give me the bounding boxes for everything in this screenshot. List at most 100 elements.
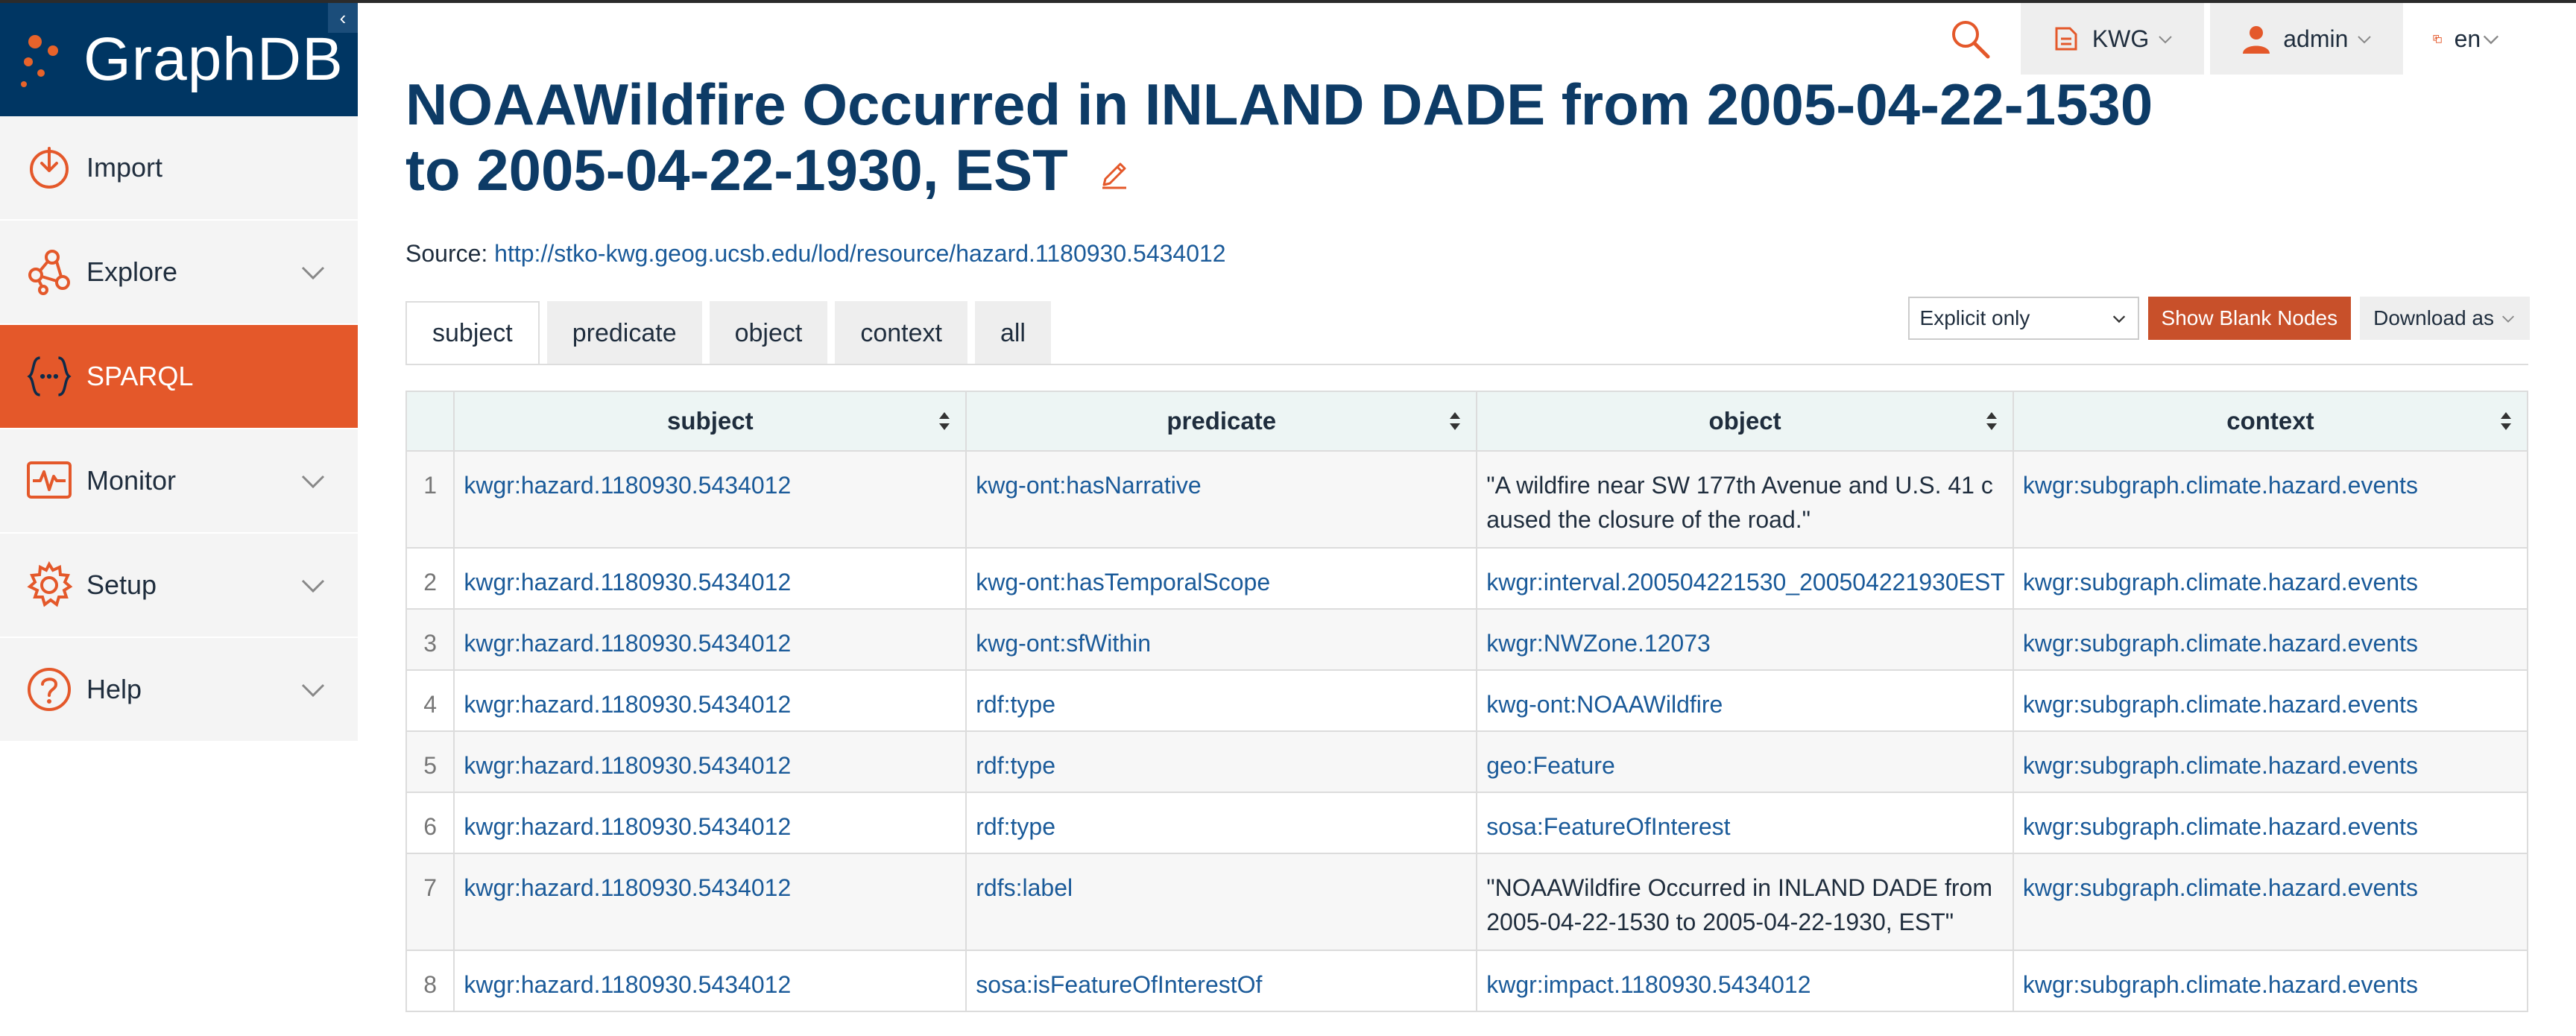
sidebar-item-label: Setup	[86, 569, 157, 600]
chevron-down-icon	[301, 683, 325, 698]
result-controls: Explicit only Show Blank Nodes Download …	[1907, 297, 2530, 340]
sidebar-item-import[interactable]: Import	[0, 116, 358, 221]
column-header-context[interactable]: context	[2012, 391, 2529, 452]
predicate-link[interactable]: rdfs:label	[965, 853, 1478, 951]
tab-subject[interactable]: subject	[405, 301, 540, 365]
column-header-object[interactable]: object	[1476, 391, 2014, 452]
context-link[interactable]: kwgr:subgraph.climate.hazard.events	[2012, 950, 2529, 1012]
object-link[interactable]: kwgr:interval.200504221530_200504221930E…	[1476, 547, 2014, 610]
source-link[interactable]: http://stko-kwg.geog.ucsb.edu/lod/resour…	[494, 240, 1225, 267]
tab-predicate[interactable]: predicate	[546, 301, 702, 365]
predicate-link[interactable]: rdf:type	[965, 792, 1478, 854]
context-link[interactable]: kwgr:subgraph.climate.hazard.events	[2012, 669, 2529, 732]
chevron-down-icon	[2159, 36, 2172, 44]
monitor-icon	[25, 457, 73, 505]
role-tabs: subject predicate object context all	[405, 301, 1058, 365]
inference-filter-value: Explicit only	[1919, 306, 2030, 329]
tab-context[interactable]: context	[835, 301, 967, 365]
sidebar-item-setup[interactable]: Setup	[0, 534, 358, 638]
subject-link[interactable]: kwgr:hazard.1180930.5434012	[453, 608, 967, 671]
search-icon	[1951, 21, 1990, 59]
context-link[interactable]: kwgr:subgraph.climate.hazard.events	[2012, 608, 2529, 671]
repository-selector[interactable]: KWG	[2020, 3, 2205, 75]
graphdb-logo[interactable]: GraphDB ‹	[0, 3, 358, 116]
table-row: 5 kwgr:hazard.1180930.5434012 rdf:type g…	[405, 730, 2529, 793]
row-index: 5	[405, 730, 455, 793]
explore-icon	[25, 248, 73, 296]
table-header-row: subject predicate object context	[405, 391, 2529, 452]
subject-link[interactable]: kwgr:hazard.1180930.5434012	[453, 950, 967, 1012]
sidebar-item-label: Import	[86, 152, 163, 183]
context-link[interactable]: kwgr:subgraph.climate.hazard.events	[2012, 730, 2529, 793]
chevron-down-icon	[301, 475, 325, 489]
subject-link[interactable]: kwgr:hazard.1180930.5434012	[453, 730, 967, 793]
tabs-divider	[405, 364, 2528, 365]
statements-table: subject predicate object context 1 kwgr:…	[405, 391, 2529, 1012]
user-icon	[2243, 26, 2270, 54]
row-index: 3	[405, 608, 455, 671]
table-row: 1 kwgr:hazard.1180930.5434012 kwg-ont:ha…	[405, 450, 2529, 549]
object-link[interactable]: kwgr:NWZone.12073	[1476, 608, 2014, 671]
chevron-down-icon	[2502, 315, 2514, 323]
table-row: 4 kwgr:hazard.1180930.5434012 rdf:type k…	[405, 669, 2529, 732]
object-literal: "A wildfire near SW 177th Avenue and U.S…	[1476, 450, 2014, 549]
inference-filter-select[interactable]: Explicit only	[1907, 297, 2139, 340]
sort-icon	[2501, 412, 2511, 430]
column-header-predicate[interactable]: predicate	[965, 391, 1478, 452]
logo-mark-icon	[21, 19, 76, 101]
sidebar-item-help[interactable]: Help	[0, 638, 358, 742]
row-index: 8	[405, 950, 455, 1012]
context-link[interactable]: kwgr:subgraph.climate.hazard.events	[2012, 547, 2529, 610]
object-link[interactable]: kwgr:impact.1180930.5434012	[1476, 950, 2014, 1012]
predicate-link[interactable]: sosa:isFeatureOfInterestOf	[965, 950, 1478, 1012]
download-as-button[interactable]: Download as	[2360, 297, 2530, 340]
table-row: 6 kwgr:hazard.1180930.5434012 rdf:type s…	[405, 792, 2529, 854]
chevron-down-icon	[301, 266, 325, 280]
row-index: 6	[405, 792, 455, 854]
predicate-link[interactable]: kwg-ont:sfWithin	[965, 608, 1478, 671]
sort-icon	[1450, 412, 1461, 430]
row-index: 1	[405, 450, 455, 549]
edit-pencil-icon[interactable]	[1098, 158, 1131, 191]
subject-link[interactable]: kwgr:hazard.1180930.5434012	[453, 853, 967, 951]
context-link[interactable]: kwgr:subgraph.climate.hazard.events	[2012, 853, 2529, 951]
language-selector[interactable]: en	[2403, 3, 2576, 75]
top-header: KWG admin en	[1925, 3, 2576, 75]
predicate-link[interactable]: rdf:type	[965, 669, 1478, 732]
object-link[interactable]: sosa:FeatureOfInterest	[1476, 792, 2014, 854]
context-link[interactable]: kwgr:subgraph.climate.hazard.events	[2012, 450, 2529, 549]
column-header-subject[interactable]: subject	[453, 391, 967, 452]
table-row: 7 kwgr:hazard.1180930.5434012 rdfs:label…	[405, 853, 2529, 951]
help-icon	[25, 666, 73, 713]
user-menu[interactable]: admin	[2210, 3, 2404, 75]
tab-all[interactable]: all	[974, 301, 1051, 365]
chevron-down-icon	[2483, 35, 2499, 45]
predicate-link[interactable]: kwg-ont:hasTemporalScope	[965, 547, 1478, 610]
sort-icon	[1986, 412, 1997, 430]
object-link[interactable]: kwg-ont:NOAAWildfire	[1476, 669, 2014, 732]
sort-icon	[939, 412, 950, 430]
subject-link[interactable]: kwgr:hazard.1180930.5434012	[453, 547, 967, 610]
subject-link[interactable]: kwgr:hazard.1180930.5434012	[453, 450, 967, 549]
source-label: Source:	[405, 240, 495, 267]
predicate-link[interactable]: kwg-ont:hasNarrative	[965, 450, 1478, 549]
context-link[interactable]: kwgr:subgraph.climate.hazard.events	[2012, 792, 2529, 854]
tab-object[interactable]: object	[709, 301, 828, 365]
search-button[interactable]	[1925, 3, 2015, 75]
repository-name: KWG	[2092, 25, 2150, 52]
subject-link[interactable]: kwgr:hazard.1180930.5434012	[453, 792, 967, 854]
object-link[interactable]: geo:Feature	[1476, 730, 2014, 793]
object-literal: "NOAAWildfire Occurred in INLAND DADE fr…	[1476, 853, 2014, 951]
sparql-icon	[25, 353, 73, 400]
sidebar-item-explore[interactable]: Explore	[0, 221, 358, 325]
predicate-link[interactable]: rdf:type	[965, 730, 1478, 793]
language-code: en	[2454, 25, 2481, 52]
sidebar-item-monitor[interactable]: Monitor	[0, 429, 358, 534]
table-row: 3 kwgr:hazard.1180930.5434012 kwg-ont:sf…	[405, 608, 2529, 671]
show-blank-nodes-button[interactable]: Show Blank Nodes	[2147, 297, 2352, 340]
subject-link[interactable]: kwgr:hazard.1180930.5434012	[453, 669, 967, 732]
collapse-sidebar-button[interactable]: ‹	[328, 3, 358, 33]
sidebar-item-sparql[interactable]: SPARQL	[0, 325, 358, 429]
brand-name: GraphDB	[83, 25, 344, 93]
chevron-down-icon	[2112, 315, 2125, 323]
